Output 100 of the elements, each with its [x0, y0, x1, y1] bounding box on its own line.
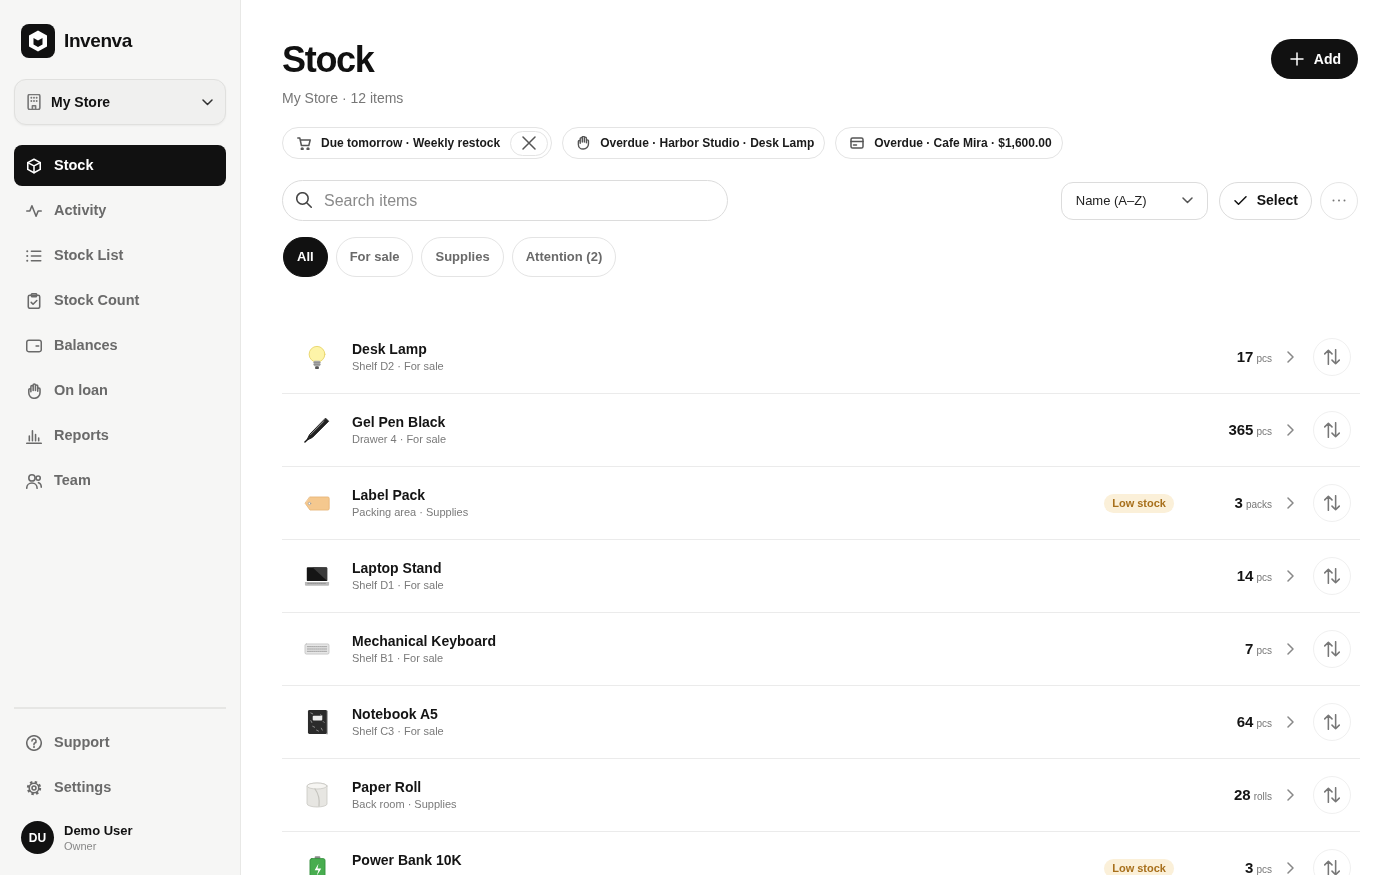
store-selector[interactable]: My Store: [14, 79, 226, 125]
user-avatar: DU: [21, 821, 54, 854]
notebook-icon: [306, 709, 328, 735]
item-name: Desk Lamp: [352, 339, 428, 358]
sidebar-nav-item[interactable]: Settings: [14, 767, 226, 808]
low-stock-badge: Low stock: [1104, 493, 1174, 513]
filter-tab[interactable]: Attention (2): [511, 237, 617, 277]
sidebar-nav-item[interactable]: Balances: [14, 325, 226, 366]
up-down-arrows-icon: [1324, 641, 1340, 657]
up-down-arrows-icon: [1324, 860, 1340, 875]
up-down-arrows-icon: [1324, 422, 1340, 438]
low-stock-badge: Low stock: [1104, 858, 1174, 875]
paper-roll-icon: [306, 782, 328, 808]
box-icon: [26, 157, 42, 174]
more-icon: [1332, 199, 1346, 202]
adjust-stock-button[interactable]: [1313, 484, 1351, 522]
unit-text: pcs: [1256, 353, 1272, 364]
sidebar-nav-item[interactable]: Stock Count: [14, 280, 226, 321]
add-button[interactable]: Add: [1270, 39, 1358, 79]
adjust-stock-button[interactable]: [1313, 557, 1351, 595]
sidebar-nav-item[interactable]: Stock: [14, 145, 226, 186]
filter-tab[interactable]: For sale: [335, 237, 414, 277]
chevron-right-icon: [1287, 643, 1294, 655]
adjust-stock-button[interactable]: [1313, 411, 1351, 449]
quantity-text: 14: [1236, 567, 1254, 584]
item-details: Shelf D1 · For sale: [352, 577, 444, 593]
item-name: Gel Pen Black: [352, 412, 447, 431]
item-details: Shelf C3 · For sale: [352, 723, 444, 739]
up-down-arrows-icon: [1324, 495, 1340, 511]
chevron-down-icon: [1181, 197, 1193, 204]
help-icon: [26, 734, 42, 751]
item-name: Laptop Stand: [352, 558, 443, 577]
up-down-arrows-icon: [1324, 349, 1340, 365]
item-details: Back room · Supplies: [352, 796, 457, 812]
adjust-stock-button[interactable]: [1313, 776, 1351, 814]
adjust-stock-button[interactable]: [1313, 338, 1351, 376]
brand-name: Invenva: [64, 28, 132, 53]
up-down-arrows-icon: [1324, 787, 1340, 803]
sidebar-nav-item[interactable]: Team: [14, 460, 226, 501]
chevron-right-icon: [1287, 424, 1294, 436]
quantity-text: 3: [1234, 494, 1243, 511]
chevron-right-icon: [1287, 497, 1294, 509]
settings-icon: [26, 779, 42, 796]
quantity-text: 3: [1245, 859, 1254, 875]
chevron-right-icon: [1287, 351, 1294, 363]
alert-chip[interactable]: Overdue · Harbor Studio · Desk Lamp: [562, 127, 826, 159]
item-name: Notebook A5: [352, 704, 439, 723]
clipboard-check-icon: [26, 292, 42, 309]
item-details: Drawer 4 · For sale: [352, 431, 447, 447]
page-subtitle: My Store · 12 items: [282, 89, 404, 108]
dismiss-button[interactable]: [510, 130, 549, 156]
sidebar-nav-item[interactable]: Reports: [14, 415, 226, 456]
bar-chart-icon: [26, 427, 42, 444]
quantity-text: 7: [1245, 640, 1254, 657]
item-name: Power Bank 10K: [352, 850, 462, 869]
user-name: Demo User: [64, 822, 133, 839]
users-icon: [26, 472, 42, 489]
cart-icon: [297, 136, 311, 150]
adjust-stock-button[interactable]: [1313, 630, 1351, 668]
pen-icon: [304, 417, 330, 443]
chevron-right-icon: [1287, 862, 1294, 874]
unit-text: pcs: [1256, 426, 1272, 437]
sidebar-nav-item[interactable]: Activity: [14, 190, 226, 231]
battery-icon: [308, 855, 326, 875]
chevron-down-icon: [202, 98, 213, 106]
sidebar-nav-item[interactable]: Stock List: [14, 235, 226, 276]
chevron-right-icon: [1287, 716, 1294, 728]
unit-text: pcs: [1256, 864, 1272, 875]
quantity-text: 64: [1236, 713, 1254, 730]
unit-text: pcs: [1256, 718, 1272, 729]
search-field[interactable]: Search items: [282, 180, 728, 221]
unit-text: rolls: [1253, 791, 1272, 802]
item-details: Shelf B1 · For sale: [352, 650, 445, 666]
quantity-text: 17: [1236, 348, 1254, 365]
sidebar-nav-item[interactable]: Support: [14, 722, 226, 763]
check-icon: [1233, 195, 1247, 206]
logo-icon: [21, 24, 55, 58]
sort-dropdown[interactable]: Name (A–Z): [1060, 181, 1208, 220]
search-icon: [296, 192, 312, 208]
up-down-arrows-icon: [1324, 568, 1340, 584]
item-name: Label Pack: [352, 485, 427, 504]
item-name: Paper Roll: [352, 777, 423, 796]
alert-chip[interactable]: Due tomorrow · Weekly restock: [282, 127, 553, 159]
user-role: Owner: [64, 838, 98, 853]
tag-icon: [304, 495, 330, 511]
alert-chip[interactable]: Overdue · Cafe Mira · $1,600.00: [835, 127, 1063, 159]
item-name: Mechanical Keyboard: [352, 631, 496, 650]
adjust-stock-button[interactable]: [1313, 703, 1351, 741]
close-icon: [522, 136, 537, 150]
sidebar-nav-item[interactable]: On loan: [14, 370, 226, 411]
filter-tab[interactable]: All: [283, 237, 328, 277]
up-down-arrows-icon: [1324, 714, 1340, 730]
laptop-icon: [304, 566, 330, 586]
item-details: Shelf D2 · For sale: [352, 358, 444, 374]
select-button[interactable]: Select: [1218, 181, 1312, 220]
quantity-text: 365: [1228, 421, 1254, 438]
plus-icon: [1289, 52, 1304, 66]
hand-icon: [577, 136, 591, 150]
filter-tab[interactable]: Supplies: [421, 237, 504, 277]
chevron-right-icon: [1287, 570, 1294, 582]
